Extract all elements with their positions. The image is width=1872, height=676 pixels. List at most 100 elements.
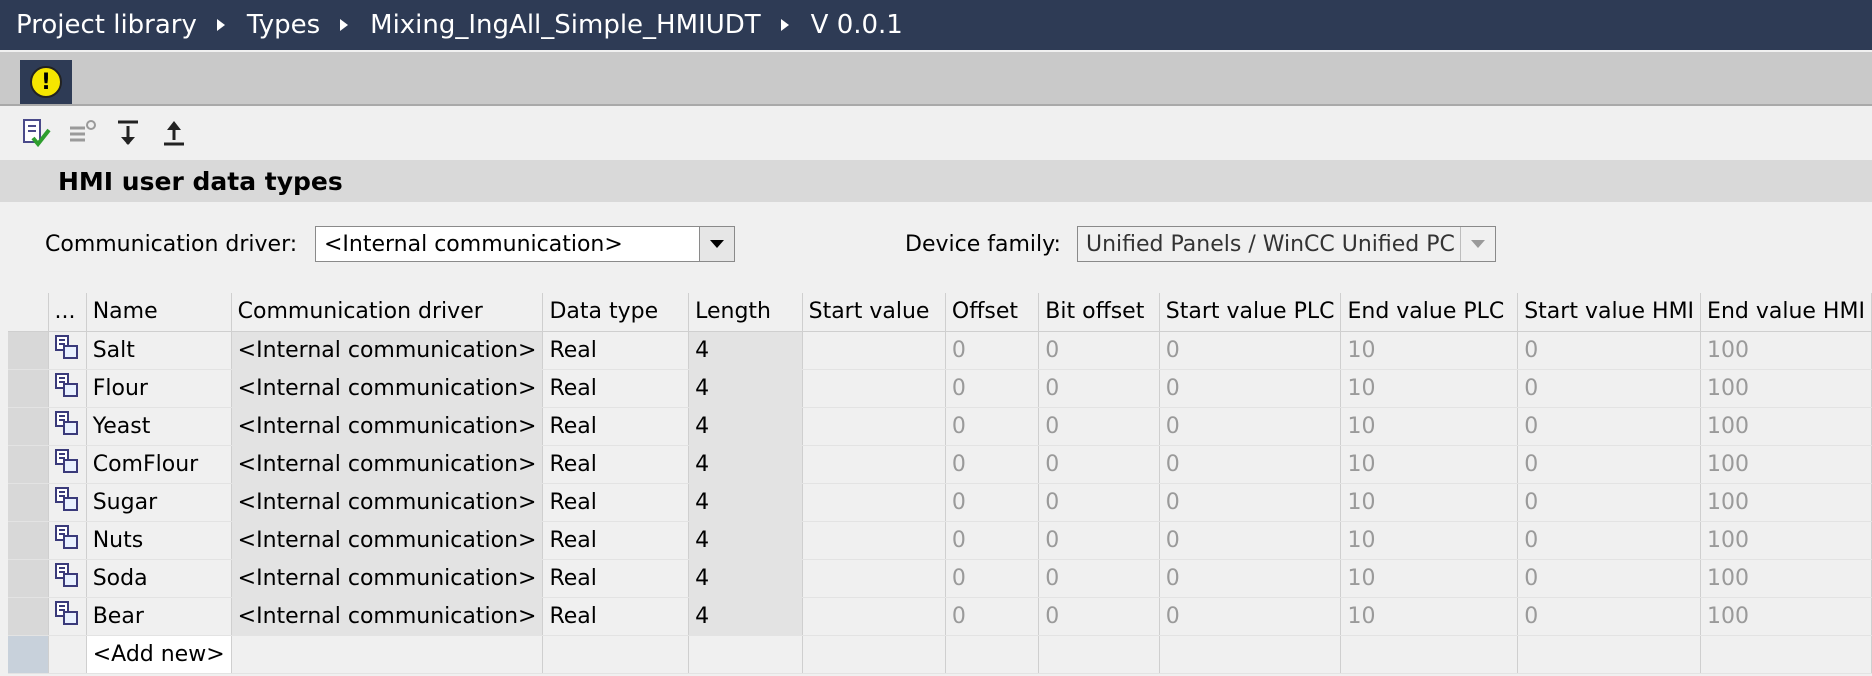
cell-length[interactable]: 4 [688, 369, 803, 408]
row-header[interactable] [8, 559, 49, 598]
row-header[interactable] [8, 521, 49, 560]
cell-end-value-hmi[interactable]: 100 [1700, 331, 1872, 370]
cell-data-type[interactable]: Real [542, 521, 690, 560]
cell-start-value-plc[interactable]: 0 [1159, 521, 1342, 560]
table-row[interactable]: Bear <Internal communication> Real 4 0 0 0 10 0 1… [8, 597, 1872, 636]
column-header-data-type[interactable]: Data type [542, 293, 690, 332]
cell-length[interactable]: 4 [688, 331, 803, 370]
row-header[interactable] [8, 369, 49, 408]
cell-name[interactable]: Salt [86, 331, 232, 370]
cell-end-value-plc[interactable]: 10 [1340, 597, 1519, 636]
device-family-select[interactable]: Unified Panels / WinCC Unified PC [1077, 226, 1496, 262]
cell-bit-offset[interactable]: 0 [1038, 407, 1160, 446]
cell-start-value[interactable] [802, 521, 946, 560]
cell-end-value-plc[interactable]: 10 [1340, 369, 1519, 408]
table-row[interactable]: ComFlour <Internal communication> Real 4 0 0 0… [8, 445, 1872, 484]
cell-offset[interactable]: 0 [945, 331, 1040, 370]
cell-data-type[interactable]: Real [542, 331, 690, 370]
cell-name[interactable]: Soda [86, 559, 232, 598]
column-header-name[interactable]: Name [86, 293, 232, 332]
cell-end-value-hmi[interactable]: 100 [1700, 445, 1872, 484]
cell-offset[interactable]: 0 [945, 559, 1040, 598]
row-header[interactable] [8, 407, 49, 446]
cell-start-value-hmi[interactable]: 0 [1517, 445, 1702, 484]
cell-end-value-plc[interactable]: 10 [1340, 331, 1519, 370]
cell-data-type[interactable]: Real [542, 483, 690, 522]
cell-data-type[interactable]: Real [542, 445, 690, 484]
cell-start-value-hmi[interactable]: 0 [1517, 331, 1702, 370]
generate-icon[interactable] [66, 117, 98, 149]
column-header-length[interactable]: Length [688, 293, 803, 332]
breadcrumb-item-version[interactable]: V 0.0.1 [811, 10, 903, 40]
row-header[interactable] [8, 483, 49, 522]
table-row[interactable]: Nuts <Internal communication> Real 4 0 0 0 10 0 1… [8, 521, 1872, 560]
cell-end-value-plc[interactable]: 10 [1340, 521, 1519, 560]
row-header[interactable] [8, 597, 49, 636]
cell-bit-offset[interactable]: 0 [1038, 559, 1160, 598]
cell-length[interactable]: 4 [688, 407, 803, 446]
cell-start-value-hmi[interactable]: 0 [1517, 559, 1702, 598]
cell-length[interactable]: 4 [688, 521, 803, 560]
cell-bit-offset[interactable]: 0 [1038, 521, 1160, 560]
cell-bit-offset[interactable]: 0 [1038, 597, 1160, 636]
cell-name[interactable]: Yeast [86, 407, 232, 446]
cell-comm-driver[interactable]: <Internal communication> [231, 483, 544, 522]
cell-name[interactable]: Sugar [86, 483, 232, 522]
add-new-row[interactable]: <Add new> [8, 634, 1872, 674]
cell-comm-driver[interactable]: <Internal communication> [231, 521, 544, 560]
row-header[interactable] [8, 635, 49, 674]
import-icon[interactable] [112, 117, 144, 149]
breadcrumb-item-project-library[interactable]: Project library [16, 10, 197, 40]
comm-driver-select[interactable]: <Internal communication> [315, 226, 735, 262]
cell-comm-driver[interactable]: <Internal communication> [231, 559, 544, 598]
cell-name[interactable]: Bear [86, 597, 232, 636]
cell-length[interactable]: 4 [688, 483, 803, 522]
cell-end-value-plc[interactable]: 10 [1340, 407, 1519, 446]
column-header-end-value-plc[interactable]: End value PLC [1340, 293, 1519, 332]
cell-start-value-hmi[interactable]: 0 [1517, 597, 1702, 636]
chevron-down-icon[interactable] [1460, 227, 1495, 261]
cell-start-value-plc[interactable]: 0 [1159, 597, 1342, 636]
column-header-start-value[interactable]: Start value [802, 293, 946, 332]
cell-start-value-plc[interactable]: 0 [1159, 445, 1342, 484]
column-header-start-value-hmi[interactable]: Start value HMI [1517, 293, 1702, 332]
cell-length[interactable]: 4 [688, 597, 803, 636]
cell-start-value[interactable] [802, 597, 946, 636]
table-row[interactable]: Yeast <Internal communication> Real 4 0 0 0 10 0… [8, 407, 1872, 446]
cell-end-value-hmi[interactable]: 100 [1700, 521, 1872, 560]
cell-name[interactable]: Nuts [86, 521, 232, 560]
cell-start-value[interactable] [802, 331, 946, 370]
cell-start-value-hmi[interactable]: 0 [1517, 407, 1702, 446]
breadcrumb-item-type[interactable]: Mixing_IngAll_Simple_HMIUDT [370, 10, 761, 40]
cell-start-value[interactable] [802, 559, 946, 598]
cell-start-value[interactable] [802, 445, 946, 484]
column-header-comm-driver[interactable]: Communication driver [231, 293, 544, 332]
cell-length[interactable]: 4 [688, 559, 803, 598]
cell-offset[interactable]: 0 [945, 521, 1040, 560]
cell-data-type[interactable]: Real [542, 369, 690, 408]
cell-start-value[interactable] [802, 407, 946, 446]
column-header-end-value-hmi[interactable]: End value HMI [1700, 293, 1872, 332]
export-icon[interactable] [158, 117, 190, 149]
table-row[interactable]: Salt <Internal communication> Real 4 0 0 0 10 0 1… [8, 331, 1872, 370]
cell-start-value[interactable] [802, 369, 946, 408]
cell-start-value-plc[interactable]: 0 [1159, 559, 1342, 598]
cell-end-value-hmi[interactable]: 100 [1700, 407, 1872, 446]
cell-end-value-hmi[interactable]: 100 [1700, 597, 1872, 636]
cell-bit-offset[interactable]: 0 [1038, 483, 1160, 522]
cell-comm-driver[interactable]: <Internal communication> [231, 445, 544, 484]
cell-end-value-hmi[interactable]: 100 [1700, 559, 1872, 598]
cell-end-value-plc[interactable]: 10 [1340, 559, 1519, 598]
cell-offset[interactable]: 0 [945, 369, 1040, 408]
consistency-check-icon[interactable] [20, 117, 52, 149]
column-header-offset[interactable]: Offset [945, 293, 1040, 332]
cell-comm-driver[interactable]: <Internal communication> [231, 597, 544, 636]
cell-start-value-hmi[interactable]: 0 [1517, 521, 1702, 560]
cell-bit-offset[interactable]: 0 [1038, 369, 1160, 408]
column-header-start-value-plc[interactable]: Start value PLC [1159, 293, 1342, 332]
cell-bit-offset[interactable]: 0 [1038, 445, 1160, 484]
cell-name[interactable]: ComFlour [86, 445, 232, 484]
cell-offset[interactable]: 0 [945, 597, 1040, 636]
cell-offset[interactable]: 0 [945, 407, 1040, 446]
cell-comm-driver[interactable]: <Internal communication> [231, 369, 544, 408]
